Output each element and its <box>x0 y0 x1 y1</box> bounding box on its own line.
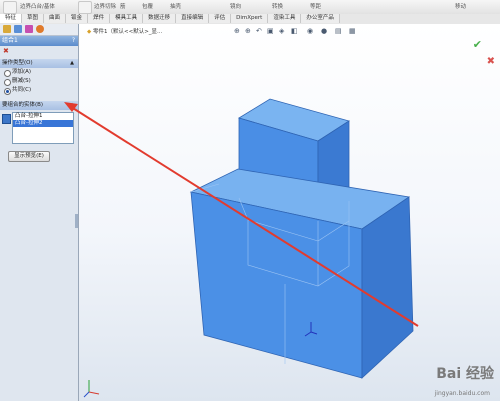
panel-splitter[interactable] <box>75 214 78 228</box>
tab-direct-editing[interactable]: 直接编辑 <box>176 14 210 23</box>
bodies-list[interactable]: 凸台-拉伸1 凸台-拉伸2 <box>12 112 74 144</box>
bodies-section-label: 要组合的实体(B) <box>2 102 44 108</box>
base-block-side <box>361 196 414 379</box>
toolbar-item-move[interactable]: 移动 <box>455 2 466 10</box>
help-icon[interactable]: ? <box>72 36 75 46</box>
property-manager: 组合1 ? ✖ 操作类型(O) ▲ 添加(A) 删减(S) 共同(C) 要组合的… <box>0 24 79 401</box>
radio-add-dot[interactable] <box>4 70 11 77</box>
radio-common-label: 共同(C) <box>12 87 32 93</box>
tab-sketch[interactable]: 草图 <box>22 14 45 23</box>
toolbar-item-boundary-cut[interactable]: 边界切除 <box>94 2 116 10</box>
radio-common[interactable]: 共同(C) <box>0 86 78 95</box>
operation-section-label: 操作类型(O) <box>2 60 33 66</box>
chevron-up-icon[interactable]: ▲ <box>70 101 74 110</box>
radio-common-dot[interactable] <box>4 88 11 95</box>
bodies-section-header[interactable]: 要组合的实体(B) ▲ <box>0 101 78 110</box>
tab-mold-tools[interactable]: 模具工具 <box>110 14 144 23</box>
boundary-boss-icon[interactable] <box>3 1 17 14</box>
radio-add-label: 添加(A) <box>12 69 32 75</box>
tab-data-migration[interactable]: 数据迁移 <box>143 14 177 23</box>
tab-evaluate[interactable]: 评估 <box>209 14 232 23</box>
radio-subtract-dot[interactable] <box>4 79 11 86</box>
view-triad <box>83 380 100 398</box>
display-manager-icon[interactable] <box>36 25 44 33</box>
close-icon[interactable]: ✖ <box>0 46 78 56</box>
toolbar-item-wrap[interactable]: 包覆 <box>142 2 153 10</box>
config-manager-icon[interactable] <box>25 25 33 33</box>
model-graphics <box>83 98 414 398</box>
graphics-viewport[interactable]: ◆ 零件1（默认<<默认>_显... ⊕ ⊕ ↶ ▣ ◈ ◧ ◉ ● ▤ ▦ ✔… <box>79 24 500 401</box>
property-manager-icon[interactable] <box>14 25 22 33</box>
radio-subtract[interactable]: 删减(S) <box>0 77 78 86</box>
list-item[interactable]: 凸台-拉伸1 <box>13 113 73 120</box>
feature-tree-icon[interactable] <box>3 25 11 33</box>
toolbar-item-mirror[interactable]: 镜向 <box>230 2 241 10</box>
show-preview-button[interactable]: 显示预览(E) <box>8 151 50 162</box>
toolbar-item-rib[interactable]: 筋 <box>120 2 126 10</box>
operation-section-header[interactable]: 操作类型(O) ▲ <box>0 59 78 68</box>
command-toolbar: 边界凸台/基体 边界切除 筋 包覆 抽壳 镜向 转换 等距 移动 <box>0 0 500 15</box>
chevron-up-icon[interactable]: ▲ <box>70 59 74 68</box>
panel-title: 组合1 <box>2 37 18 44</box>
tab-weldments[interactable]: 焊件 <box>88 14 111 23</box>
tab-office-products[interactable]: 办公室产品 <box>301 14 340 23</box>
toolbar-item-shell[interactable]: 抽壳 <box>170 2 181 10</box>
panel-title-bar: 组合1 ? <box>0 36 78 46</box>
tab-sheet-metal[interactable]: 钣金 <box>66 14 89 23</box>
tab-render-tools[interactable]: 渲染工具 <box>268 14 302 23</box>
toolbar-item-boundary-boss[interactable]: 边界凸台/基体 <box>20 2 55 10</box>
bodies-area: 凸台-拉伸1 凸台-拉伸2 <box>0 110 78 156</box>
radio-add[interactable]: 添加(A) <box>0 68 78 77</box>
watermark-url: jingyan.baidu.com <box>434 390 490 397</box>
boundary-cut-icon[interactable] <box>78 1 92 14</box>
toolbar-item-convert[interactable]: 转换 <box>272 2 283 10</box>
tab-dimxpert[interactable]: DimXpert <box>231 14 269 23</box>
list-item[interactable]: 凸台-拉伸2 <box>13 120 73 127</box>
watermark-logo: Bai 经验 <box>436 366 494 382</box>
toolbar-item-offset[interactable]: 等距 <box>310 2 321 10</box>
tab-features[interactable]: 特征 <box>0 14 23 23</box>
manager-tabs <box>0 24 78 36</box>
tab-surfaces[interactable]: 曲面 <box>44 14 67 23</box>
solid-bodies-icon <box>2 114 11 124</box>
radio-subtract-label: 删减(S) <box>12 78 31 84</box>
